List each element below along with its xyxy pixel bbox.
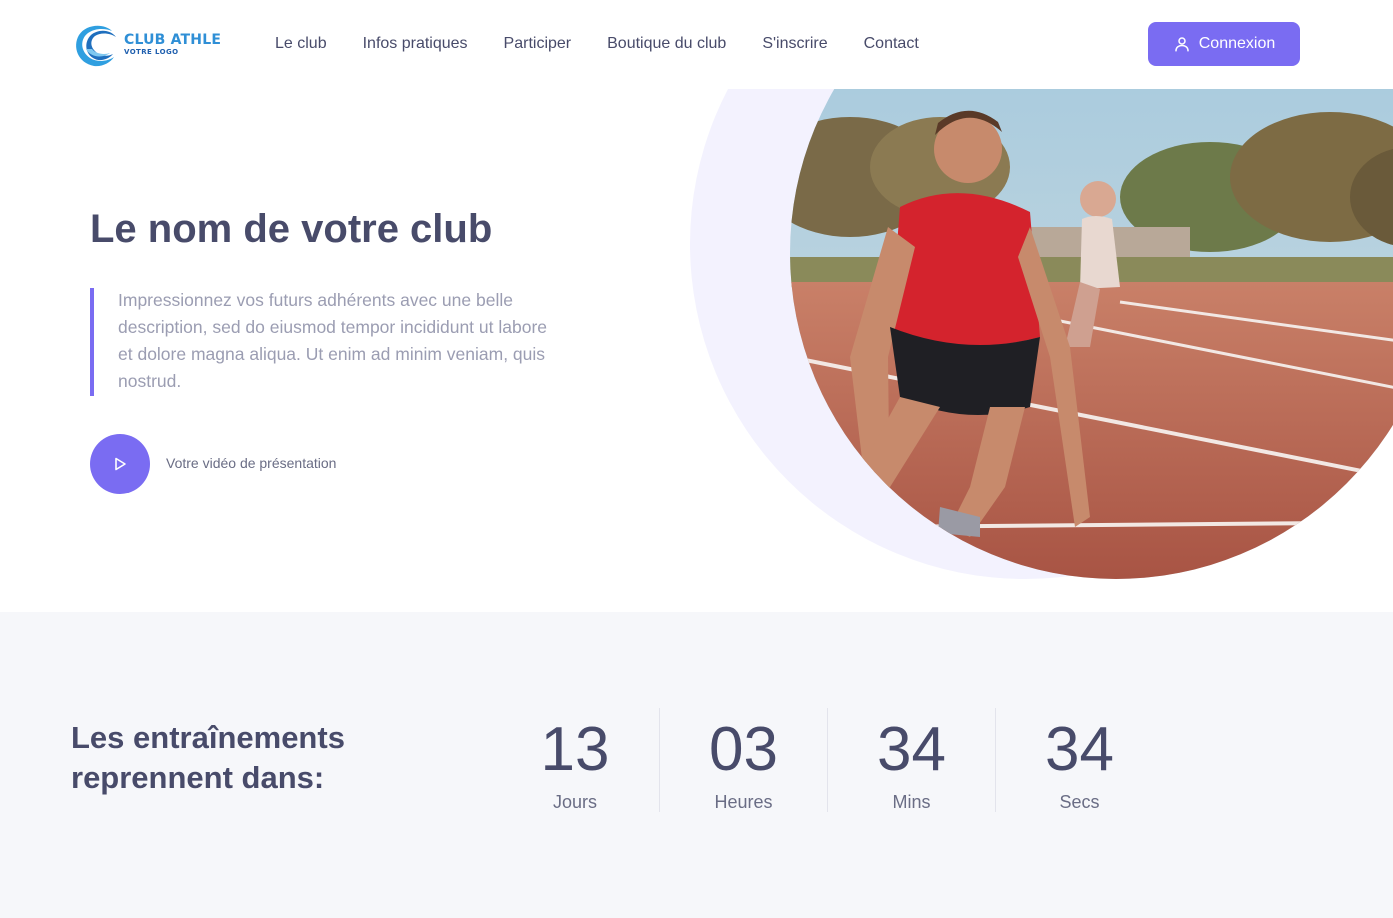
countdown-hours: 03 Heures — [659, 708, 827, 812]
logo-subtitle: VOTRE LOGO — [124, 48, 179, 56]
countdown-seconds: 34 Secs — [995, 708, 1163, 812]
hero-description: Impressionnez vos futurs adhérents avec … — [118, 290, 547, 391]
login-button[interactable]: Connexion — [1148, 22, 1300, 66]
countdown-seconds-value: 34 — [1045, 715, 1114, 784]
nav-item-sinscrire[interactable]: S'inscrire — [762, 33, 827, 55]
hero-section: Le nom de votre club Impressionnez vos f… — [0, 89, 1393, 612]
main-nav: Le club Infos pratiques Participer Bouti… — [275, 33, 955, 55]
countdown-days-label: Jours — [552, 792, 597, 812]
hero-title: Le nom de votre club — [90, 207, 493, 251]
countdown-days-value: 13 — [540, 715, 610, 784]
countdown-minutes-label: Mins — [892, 792, 931, 812]
nav-item-contact[interactable]: Contact — [864, 33, 919, 55]
hero-description-block: Impressionnez vos futurs adhérents avec … — [90, 288, 560, 396]
countdown-minutes: 34 Mins — [827, 708, 995, 812]
nav-item-boutique[interactable]: Boutique du club — [607, 33, 726, 55]
site-header: CLUB ATHLE VOTRE LOGO Le club Infos prat… — [0, 0, 1393, 89]
swoosh-logo-icon — [76, 25, 116, 67]
countdown-days: 13 Jours — [491, 708, 659, 812]
countdown-minutes-value: 34 — [877, 715, 946, 784]
video-link-label[interactable]: Votre vidéo de présentation — [166, 455, 336, 471]
user-icon — [1175, 37, 1189, 52]
nav-item-participer[interactable]: Participer — [504, 33, 572, 55]
countdown-section: Les entraînements reprennent dans: 13 Jo… — [0, 612, 1393, 918]
countdown-title: Les entraînements reprennent dans: — [71, 720, 345, 795]
nav-item-le-club[interactable]: Le club — [275, 33, 327, 55]
nav-item-infos-pratiques[interactable]: Infos pratiques — [363, 33, 468, 55]
countdown-hours-label: Heures — [714, 792, 773, 812]
login-button-label: Connexion — [1198, 35, 1276, 52]
logo-title: CLUB ATHLE — [124, 32, 222, 48]
video-play-button[interactable] — [90, 434, 150, 494]
countdown-units: 13 Jours 03 Heures 34 Mins 34 Secs — [491, 708, 1163, 812]
play-icon — [115, 457, 126, 471]
club-logo[interactable]: CLUB ATHLE VOTRE LOGO — [72, 20, 222, 70]
countdown-hours-value: 03 — [709, 715, 778, 784]
countdown-seconds-label: Secs — [1059, 792, 1100, 812]
